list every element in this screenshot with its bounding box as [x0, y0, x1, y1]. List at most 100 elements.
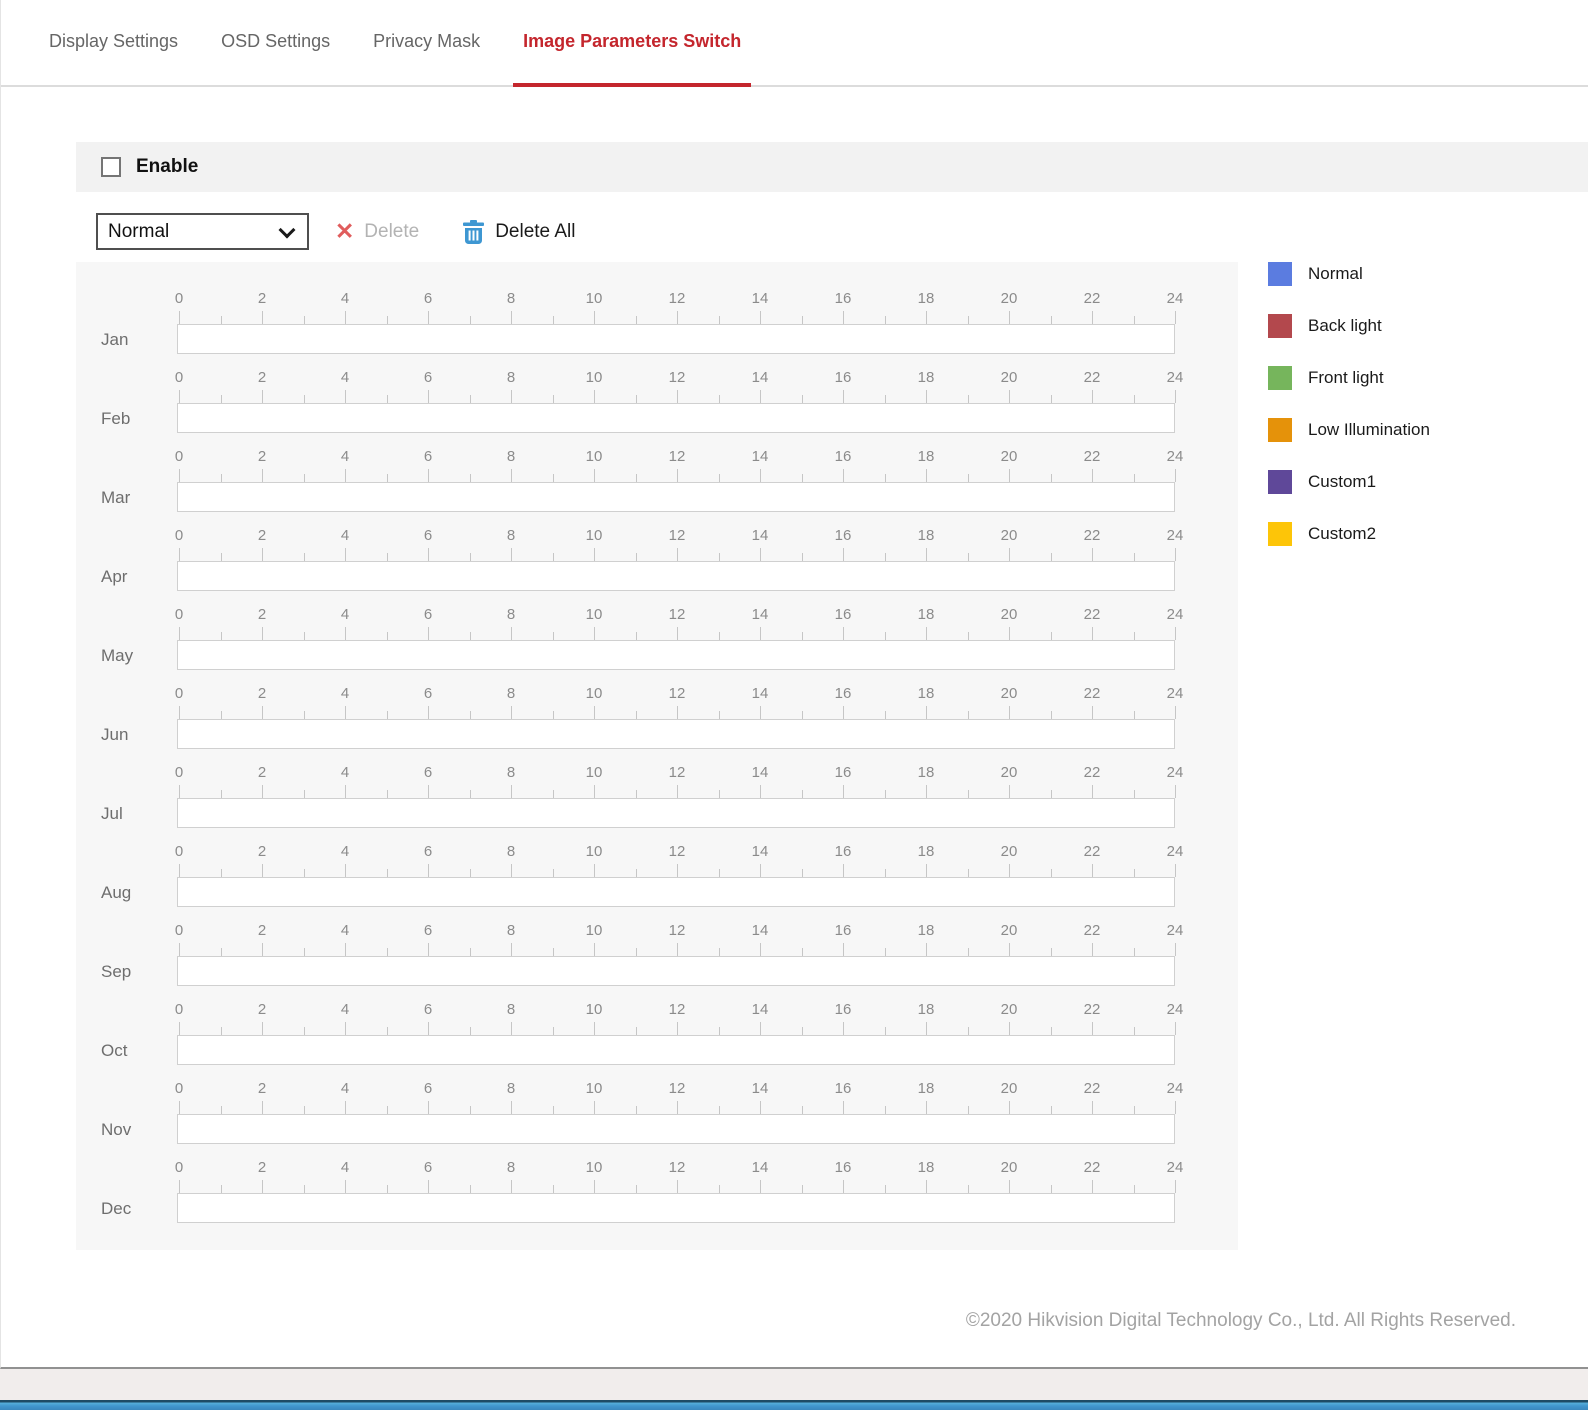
- legend-label: Custom1: [1308, 472, 1377, 491]
- hour-tick: [677, 1180, 678, 1193]
- enable-checkbox[interactable]: [101, 157, 121, 177]
- hour-label: 22: [1083, 922, 1101, 939]
- hour-tick: [843, 627, 844, 640]
- timeline-track[interactable]: [177, 956, 1175, 986]
- hour-tick: [552, 553, 554, 561]
- tab-privacy-mask[interactable]: Privacy Mask: [363, 31, 490, 85]
- hour-tick: [884, 553, 886, 561]
- hour-tick: [469, 553, 471, 561]
- hour-tick: [1175, 943, 1176, 956]
- hour-tick: [926, 706, 927, 719]
- hour-tick: [1009, 469, 1010, 482]
- hour-label: 4: [340, 369, 350, 386]
- hour-label: 24: [1166, 1001, 1184, 1018]
- month-row: Jun 0 2 4 6 8 10 12 14 16 18 20 22 24: [76, 685, 1238, 764]
- hour-label: 6: [423, 606, 433, 623]
- hour-tick: [801, 948, 803, 956]
- delete-button[interactable]: ✕ Delete: [335, 220, 419, 243]
- hour-tick: [552, 474, 554, 482]
- hour-label: 2: [257, 922, 267, 939]
- hour-tick: [843, 943, 844, 956]
- month-timeline: 0 2 4 6 8 10 12 14 16 18 20 22 24: [175, 685, 1183, 749]
- legend-item: Custom2: [1268, 522, 1430, 546]
- hour-tick: [552, 1185, 554, 1193]
- tab-display-settings[interactable]: Display Settings: [39, 31, 188, 85]
- timeline-track[interactable]: [177, 640, 1175, 670]
- timeline-track[interactable]: [177, 1193, 1175, 1223]
- hour-tick: [967, 395, 969, 403]
- timeline-track[interactable]: [177, 719, 1175, 749]
- hour-tick: [1133, 474, 1135, 482]
- hour-label: 18: [917, 448, 935, 465]
- hour-label: 22: [1083, 369, 1101, 386]
- hour-label: 4: [340, 606, 350, 623]
- hour-ticks: [179, 310, 1176, 324]
- hour-label: 12: [668, 922, 686, 939]
- hour-tick: [718, 790, 720, 798]
- toolbar: Normal ✕ Delete Delete All: [96, 213, 1588, 250]
- hour-tick: [1092, 1022, 1093, 1035]
- month-timeline: 0 2 4 6 8 10 12 14 16 18 20 22 24: [175, 1001, 1183, 1065]
- hour-tick: [1133, 395, 1135, 403]
- hour-tick: [801, 474, 803, 482]
- hour-ticks: [179, 626, 1176, 640]
- hour-label: 4: [340, 764, 350, 781]
- timeline-track[interactable]: [177, 1114, 1175, 1144]
- hour-label: 0: [174, 843, 184, 860]
- content-area: Display Settings OSD Settings Privacy Mask…: [0, 0, 1588, 1369]
- hour-tick: [345, 390, 346, 403]
- hour-tick: [1175, 706, 1176, 719]
- timeline-track[interactable]: [177, 324, 1175, 354]
- hour-label: 6: [423, 685, 433, 702]
- hour-label: 12: [668, 290, 686, 307]
- month-timeline: 0 2 4 6 8 10 12 14 16 18 20 22 24: [175, 843, 1183, 907]
- timeline-track[interactable]: [177, 561, 1175, 591]
- month-label: May: [101, 646, 134, 665]
- hour-label: 20: [1000, 1159, 1018, 1176]
- month-timeline: 0 2 4 6 8 10 12 14 16 18 20 22 24: [175, 527, 1183, 591]
- legend-item: Normal: [1268, 262, 1430, 286]
- hour-tick: [220, 632, 222, 640]
- timeline-track[interactable]: [177, 482, 1175, 512]
- hour-tick: [760, 1101, 761, 1114]
- mode-select-value: Normal: [108, 220, 170, 242]
- timeline-track[interactable]: [177, 403, 1175, 433]
- hour-label: 16: [834, 764, 852, 781]
- hour-tick: [262, 706, 263, 719]
- tab-osd-settings[interactable]: OSD Settings: [211, 31, 340, 85]
- hour-label: 8: [506, 764, 516, 781]
- hour-tick: [345, 627, 346, 640]
- hour-label: 18: [917, 527, 935, 544]
- timeline-track[interactable]: [177, 877, 1175, 907]
- delete-all-button[interactable]: Delete All: [463, 219, 575, 244]
- hour-tick: [303, 632, 305, 640]
- hour-tick: [1175, 548, 1176, 561]
- month-timeline: 0 2 4 6 8 10 12 14 16 18 20 22 24: [175, 448, 1183, 512]
- hour-tick: [1009, 311, 1010, 324]
- timeline-track[interactable]: [177, 1035, 1175, 1065]
- hour-tick: [1175, 1022, 1176, 1035]
- hour-label: 14: [751, 448, 769, 465]
- hour-tick: [843, 785, 844, 798]
- hour-tick: [1175, 864, 1176, 877]
- hour-tick: [1050, 790, 1052, 798]
- hour-label: 20: [1000, 606, 1018, 623]
- hour-tick: [428, 864, 429, 877]
- hour-label: 16: [834, 527, 852, 544]
- hour-tick: [1050, 948, 1052, 956]
- hour-tick: [967, 790, 969, 798]
- hour-tick: [1133, 1106, 1135, 1114]
- hour-tick: [179, 390, 180, 403]
- tab-image-parameters-switch[interactable]: Image Parameters Switch: [513, 31, 752, 87]
- hour-tick: [303, 553, 305, 561]
- hour-tick: [594, 1180, 595, 1193]
- hour-label: 18: [917, 606, 935, 623]
- mode-select[interactable]: Normal: [96, 213, 309, 250]
- timeline-track[interactable]: [177, 798, 1175, 828]
- month-label: Apr: [101, 567, 128, 586]
- trash-icon: [463, 219, 485, 244]
- hour-label: 6: [423, 764, 433, 781]
- hour-label: 6: [423, 290, 433, 307]
- hour-label: 22: [1083, 448, 1101, 465]
- hour-tick: [1009, 1180, 1010, 1193]
